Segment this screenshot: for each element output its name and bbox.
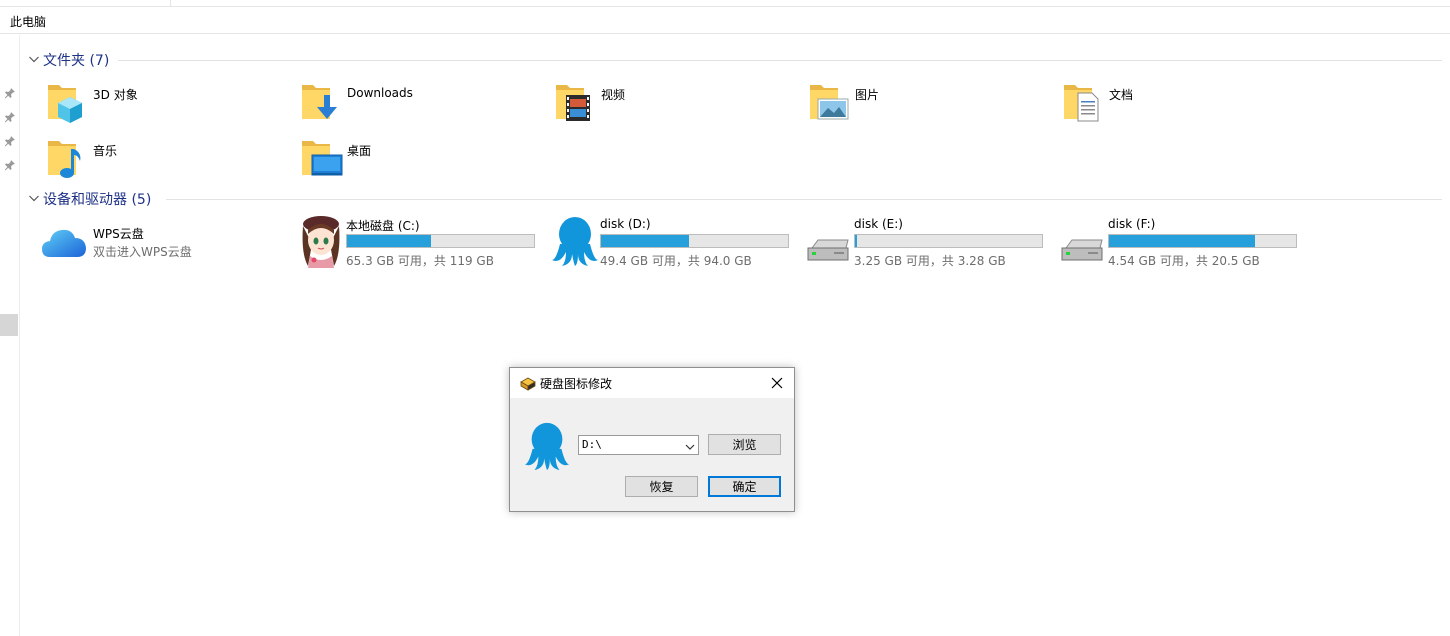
nav-scrollbar-thumb[interactable] (0, 314, 18, 336)
drive-free-space: 49.4 GB 可用，共 94.0 GB (600, 254, 752, 268)
folder-tile-downloads[interactable]: Downloads (300, 81, 540, 131)
folder-tile-videos[interactable]: 视频 (554, 81, 794, 131)
drive-tile-c[interactable]: 本地磁盘 (C:) 65.3 GB 可用，共 119 GB (298, 214, 548, 274)
dialog-title: 硬盘图标修改 (540, 377, 613, 391)
drive-free-space: 4.54 GB 可用，共 20.5 GB (1108, 254, 1260, 268)
usage-bar (854, 234, 1043, 248)
navigation-pane (0, 35, 20, 636)
pin-icon[interactable] (4, 87, 16, 99)
address-bar[interactable]: 此电脑 (0, 8, 1450, 34)
folder-music-icon (46, 137, 90, 183)
usage-bar-fill (347, 235, 432, 247)
drive-free-space: 65.3 GB 可用，共 119 GB (346, 254, 494, 268)
drive-free-space: 3.25 GB 可用，共 3.28 GB (854, 254, 1006, 268)
folder-pictures-icon (808, 81, 852, 127)
usage-bar (1108, 234, 1297, 248)
tab-divider (170, 0, 171, 7)
folder-name: 图片 (855, 88, 880, 102)
drive-tile-f[interactable]: disk (F:) 4.54 GB 可用，共 20.5 GB (1060, 214, 1310, 274)
chevron-down-icon[interactable] (685, 440, 695, 450)
wps-cloud-tile[interactable]: WPS云盘 双击进入WPS云盘 (40, 221, 240, 271)
folder-videos-icon (554, 81, 598, 127)
folder-tile-pictures[interactable]: 图片 (808, 81, 1048, 131)
group-divider (118, 60, 1442, 61)
folder-tile-3d-objects[interactable]: 3D 对象 (46, 81, 286, 131)
folder-name: 音乐 (93, 144, 118, 158)
drive-name: disk (D:) (600, 217, 651, 231)
breadcrumb-this-pc[interactable]: 此电脑 (10, 13, 46, 30)
usage-bar-fill (601, 235, 689, 247)
folder-3d-objects-icon (46, 81, 90, 127)
change-drive-icon-dialog: 硬盘图标修改 D:\ 浏览 恢复 确定 (509, 367, 795, 512)
hard-drive-icon (1060, 214, 1106, 266)
drive-name: 本地磁盘 (C:) (346, 219, 420, 233)
anime-girl-drive-icon (298, 214, 344, 268)
group-header-folders[interactable]: 文件夹 (7) (26, 49, 1446, 71)
folder-downloads-icon (300, 81, 344, 127)
usage-bar-fill (1109, 235, 1255, 247)
folder-documents-icon (1062, 81, 1106, 127)
pin-icon[interactable] (4, 159, 16, 171)
folder-name: 桌面 (347, 144, 372, 158)
pin-icon[interactable] (4, 111, 16, 123)
octopus-drive-icon (552, 214, 598, 266)
usage-bar (600, 234, 789, 248)
folder-name: 文档 (1109, 88, 1134, 102)
restore-button[interactable]: 恢复 (625, 476, 698, 497)
drive-name: disk (E:) (854, 217, 903, 231)
folder-name: Downloads (347, 86, 413, 100)
pin-icon[interactable] (4, 135, 16, 147)
cloud-subtitle: 双击进入WPS云盘 (93, 245, 192, 259)
group-divider (166, 199, 1442, 200)
usage-bar-fill (855, 235, 857, 247)
folder-tile-documents[interactable]: 文档 (1062, 81, 1302, 131)
usage-bar (346, 234, 535, 248)
folder-name: 3D 对象 (93, 88, 138, 102)
browse-button[interactable]: 浏览 (708, 434, 781, 455)
folder-tile-music[interactable]: 音乐 (46, 137, 286, 187)
folder-name: 视频 (601, 88, 626, 102)
drive-tile-e[interactable]: disk (E:) 3.25 GB 可用，共 3.28 GB (806, 214, 1056, 274)
close-icon[interactable] (766, 372, 788, 394)
drive-tile-d[interactable]: disk (D:) 49.4 GB 可用，共 94.0 GB (552, 214, 802, 274)
folder-tile-desktop[interactable]: 桌面 (300, 137, 540, 187)
dialog-titlebar[interactable]: 硬盘图标修改 (510, 368, 794, 398)
chevron-down-icon[interactable] (28, 51, 40, 65)
ok-button[interactable]: 确定 (708, 476, 781, 497)
drive-name: disk (F:) (1108, 217, 1156, 231)
window-top-strip (0, 0, 1450, 7)
chevron-down-icon[interactable] (28, 190, 40, 204)
app-icon (520, 376, 536, 391)
group-title: 设备和驱动器 (5) (43, 192, 152, 208)
cloud-name: WPS云盘 (93, 227, 144, 241)
octopus-preview-icon (521, 420, 573, 470)
wps-cloud-icon (40, 221, 88, 265)
group-title: 文件夹 (7) (43, 53, 110, 69)
folder-desktop-icon (300, 137, 344, 183)
hard-drive-icon (806, 214, 852, 266)
drive-select-value: D:\ (582, 438, 602, 451)
group-header-devices[interactable]: 设备和驱动器 (5) (26, 188, 1446, 210)
drive-select[interactable]: D:\ (578, 435, 699, 455)
